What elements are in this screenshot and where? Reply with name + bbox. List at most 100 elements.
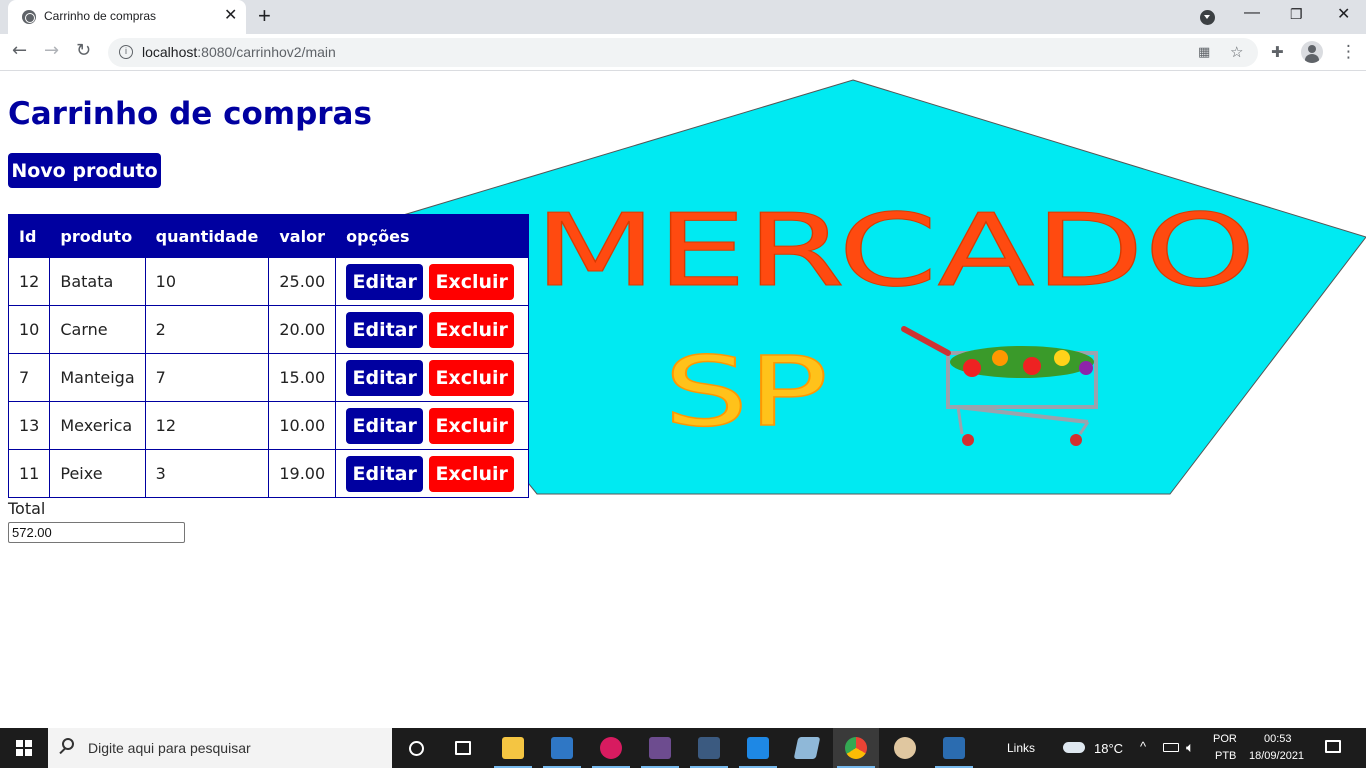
delete-button[interactable]: Excluir [429,311,515,348]
record-icon [600,737,622,759]
table-row: 13 Mexerica 12 10.00 Editar Excluir [7,401,530,450]
cell-valor: 15.00 [268,353,337,402]
ide-icon [698,737,720,759]
keyboard-layout-indicator[interactable]: PTB [1215,750,1236,762]
edit-button[interactable]: Editar [346,263,424,300]
edit-button[interactable]: Editar [346,407,424,444]
url-text[interactable]: localhost:8080/carrinhov2/main [142,44,336,60]
url-host: localhost [142,44,198,60]
taskbar-app-paint[interactable] [882,728,928,768]
taskbar-search-box[interactable]: Digite aqui para pesquisar [48,728,392,768]
taskbar-app-recorder[interactable] [588,728,634,768]
windows-taskbar: Digite aqui para pesquisar Links 18°C ^ … [0,728,1366,768]
volume-icon[interactable]: 🔈︎ [1186,739,1194,756]
taskbar-app-chrome[interactable] [833,728,879,768]
kebab-menu-icon[interactable]: ⋮ [1340,42,1357,62]
total-label: Total [8,499,46,518]
column-header-opcoes: opções [335,214,530,258]
profile-avatar-icon[interactable] [1301,41,1323,63]
cell-produto: Manteiga [49,353,146,402]
cart-lemon [1054,350,1070,366]
taskbar-app-virtualbox[interactable] [539,728,585,768]
back-arrow-icon[interactable]: ← [12,40,27,62]
translate-icon[interactable]: ▦ [1198,43,1210,63]
taskbar-app-notes[interactable] [784,728,830,768]
bookmark-star-icon[interactable]: ☆ [1230,42,1243,62]
cell-produto: Batata [49,257,146,306]
page-title: Carrinho de compras [8,96,372,132]
cell-opcoes: Editar Excluir [335,257,530,306]
tab-search-icon[interactable] [1200,10,1215,25]
cell-quantidade: 2 [144,305,270,354]
notification-center-icon[interactable] [1325,740,1341,753]
palette-icon [894,737,916,759]
delete-button[interactable]: Excluir [429,263,515,300]
maximize-button[interactable]: ❐ [1290,6,1303,23]
column-header-quantidade: quantidade [144,214,270,258]
language-indicator[interactable]: POR [1213,733,1237,745]
edit-button[interactable]: Editar [346,455,424,492]
chrome-icon [845,737,867,759]
cell-quantidade: 12 [144,401,270,450]
battery-icon[interactable] [1163,743,1179,752]
taskbar-app-file-explorer[interactable] [490,728,536,768]
cell-valor: 10.00 [268,401,337,450]
cell-quantidade: 3 [144,449,270,498]
close-tab-icon[interactable]: ✕ [224,7,237,25]
new-product-button[interactable]: Novo produto [8,153,161,188]
url-path: :8080/carrinhov2/main [197,44,336,60]
extensions-puzzle-icon[interactable]: ✚ [1271,42,1284,62]
browser-tab[interactable]: Carrinho de compras ✕ [8,0,246,34]
table-row: 10 Carne 2 20.00 Editar Excluir [7,305,530,354]
cortana-button[interactable] [394,728,440,768]
delete-button[interactable]: Excluir [429,407,515,444]
taskbar-app-ide[interactable] [686,728,732,768]
banner-title: MERCADO [534,192,1256,309]
cart-eggplant [1079,361,1093,375]
clock-date[interactable]: 18/09/2021 [1249,750,1304,762]
tray-chevron-up-icon[interactable]: ^ [1140,739,1146,754]
delete-button[interactable]: Excluir [429,455,515,492]
site-info-icon[interactable]: i [119,45,133,59]
task-view-button[interactable] [440,728,486,768]
cell-id: 10 [7,305,51,354]
cart-wheel [1070,434,1082,446]
folder-icon [502,737,524,759]
minimize-button[interactable]: — [1244,4,1260,22]
new-tab-button[interactable]: + [258,4,271,28]
edit-button[interactable]: Editar [346,311,424,348]
cell-id: 12 [7,257,51,306]
mail-icon [747,737,769,759]
cell-id: 11 [7,449,51,498]
address-bar[interactable]: i localhost:8080/carrinhov2/main ▦ ☆ [108,38,1258,67]
links-toolbar[interactable]: Links [1007,741,1035,755]
cell-opcoes: Editar Excluir [335,401,530,450]
cart-orange [992,350,1008,366]
taskbar-app-mail[interactable] [735,728,781,768]
cloud-icon [1063,742,1085,753]
cell-quantidade: 10 [144,257,270,306]
start-button[interactable] [0,728,48,768]
reload-icon[interactable]: ↻ [76,40,91,62]
cell-valor: 19.00 [268,449,337,498]
cube-icon [551,737,573,759]
clock-time[interactable]: 00:53 [1264,733,1292,745]
taskbar-app-photos[interactable] [931,728,977,768]
cell-quantidade: 7 [144,353,270,402]
page-content: MERCADO SP Carrinho de compras Novo prod… [0,72,1366,728]
cell-opcoes: Editar Excluir [335,305,530,354]
browser-tab-strip: Carrinho de compras ✕ + — ❐ ✕ [0,0,1366,34]
edit-button[interactable]: Editar [346,359,424,396]
weather-temperature[interactable]: 18°C [1094,741,1123,756]
column-header-valor: valor [268,214,337,258]
taskbar-app-game[interactable] [637,728,683,768]
cart-wheel [962,434,974,446]
total-field[interactable] [8,522,185,543]
cart-table: Id produto quantidade valor opções 12 Ba… [7,214,530,498]
photos-icon [943,737,965,759]
cart-tomato [963,359,981,377]
forward-arrow-icon[interactable]: → [44,40,59,62]
delete-button[interactable]: Excluir [429,359,515,396]
cell-produto: Peixe [49,449,146,498]
close-window-button[interactable]: ✕ [1337,4,1350,24]
